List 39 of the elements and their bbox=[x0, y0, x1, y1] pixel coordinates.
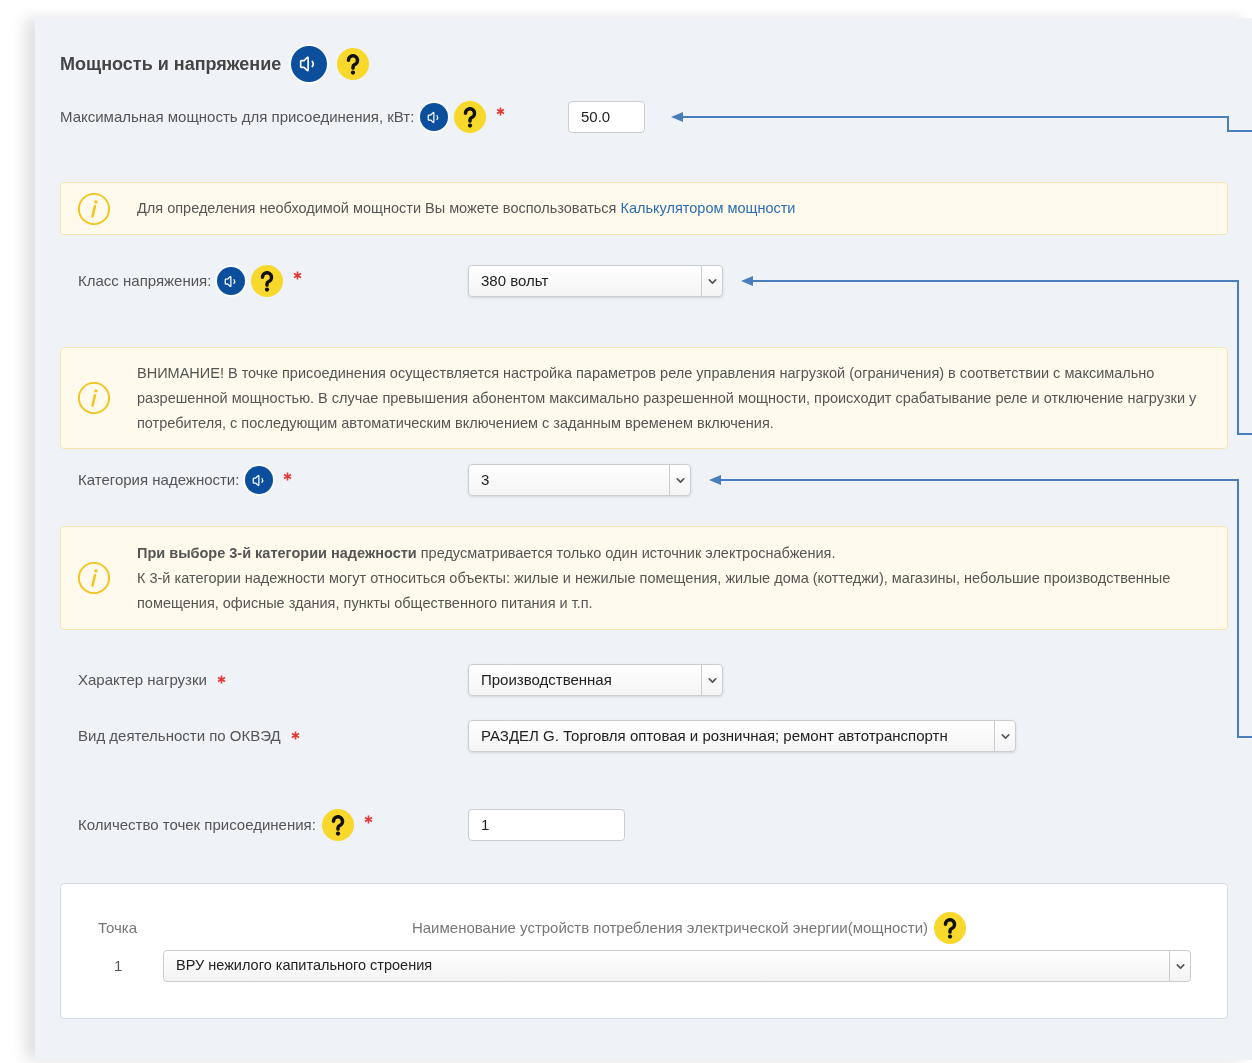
dropdown-select[interactable]: Производственная bbox=[468, 664, 723, 696]
note-text: ВНИМАНИЕ! В точке присоединения осуществляется настройка параметров реле управления нагрузкой (ограничения) в соответствии с максимально разрешенной мощностью. В случае превышения абонентом максимально разрешенной мощности, происходит срабатывание реле и отключение нагрузки у потребителя, с последующим автоматическим включением с заданным временем включения. bbox=[137, 363, 1198, 433]
help-icon[interactable] bbox=[337, 48, 370, 80]
speaker-icon[interactable] bbox=[420, 103, 449, 131]
info-icon bbox=[77, 191, 111, 226]
info-icon bbox=[77, 381, 111, 415]
speaker-icon[interactable] bbox=[291, 46, 328, 82]
table-cell-text: 1 bbox=[113, 955, 124, 976]
speaker-icon[interactable] bbox=[217, 267, 246, 295]
note-text: При выборе 3-й категории надежности предусматривается только один источник электроснабжения. bbox=[137, 543, 837, 563]
select-value: РАЗДЕЛ G. Торговля оптовая и розничная; ремонт автотранспортн bbox=[480, 725, 949, 746]
help-icon[interactable] bbox=[934, 912, 967, 944]
help-icon[interactable] bbox=[454, 101, 487, 133]
help-icon[interactable] bbox=[321, 809, 354, 841]
speaker-icon[interactable] bbox=[245, 466, 274, 494]
section-title: Мощность и напряжение bbox=[60, 52, 282, 76]
select-value: Производственная bbox=[480, 669, 613, 690]
select-value: 3 bbox=[480, 469, 491, 490]
field-label: Количество точек присоединения: bbox=[78, 814, 316, 835]
dropdown-select[interactable]: 380 вольт bbox=[468, 265, 723, 297]
select-value: ВРУ нежилого капитального строения bbox=[175, 956, 434, 976]
field-label: Максимальная мощность для присоединения, кВт: bbox=[60, 106, 415, 127]
field-label: Категория надежности: bbox=[78, 469, 240, 490]
input-field[interactable]: 50.0 bbox=[568, 101, 645, 133]
field-label: Характер нагрузки bbox=[78, 669, 207, 690]
field-label: Класс напряжения: bbox=[78, 270, 212, 291]
note-text: К 3-й категории надежности могут относиться объекты: жилые и нежилые помещения, жилые дома (коттеджи), магазины, небольшие производственные помещения, офисные здания, пункты общественного питания и т.п. bbox=[137, 568, 1172, 613]
column-header: Наименование устройств потребления электрической энергии(мощности) bbox=[411, 917, 929, 938]
help-icon[interactable] bbox=[251, 265, 284, 297]
calculator-link[interactable]: Калькулятором мощности bbox=[620, 200, 796, 216]
info-icon bbox=[77, 561, 111, 595]
input-field[interactable]: 1 bbox=[468, 809, 625, 841]
dropdown-select[interactable]: РАЗДЕЛ G. Торговля оптовая и розничная; ремонт автотранспортн bbox=[468, 720, 1016, 752]
select-value: 380 вольт bbox=[480, 270, 550, 291]
dropdown-select[interactable]: ВРУ нежилого капитального строения bbox=[163, 950, 1191, 982]
column-header: Точка bbox=[97, 917, 139, 938]
note-text: Для определения необходимой мощности Вы можете воспользоваться bbox=[137, 200, 617, 216]
field-label: Вид деятельности по ОКВЭД bbox=[78, 725, 281, 746]
dropdown-select[interactable]: 3 bbox=[468, 464, 691, 496]
